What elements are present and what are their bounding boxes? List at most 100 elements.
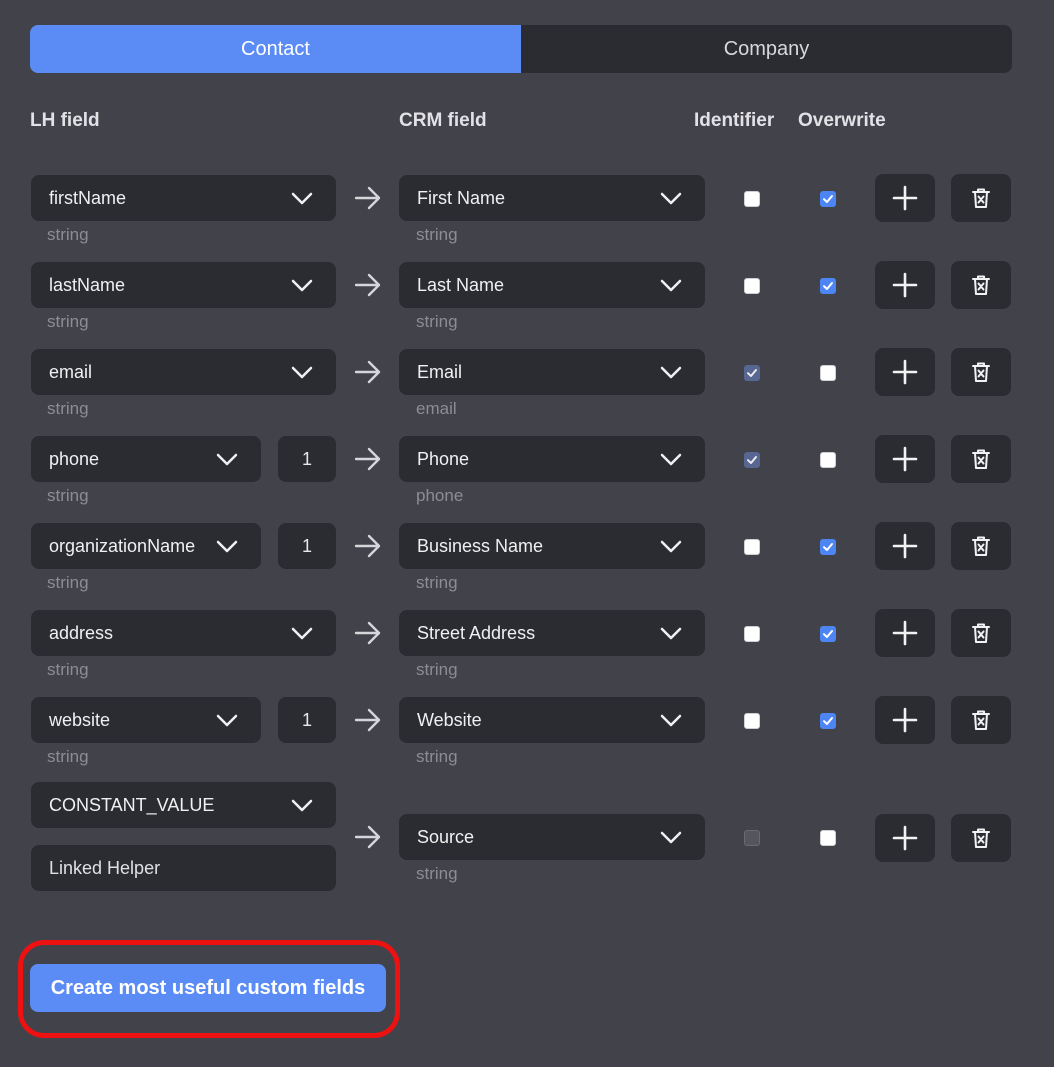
identifier-checkbox[interactable] [744, 539, 760, 555]
delete-row-button[interactable] [951, 261, 1011, 309]
lh-field-type: string [47, 486, 89, 505]
chevron-down-icon [291, 279, 313, 292]
lh-field-value: address [49, 622, 114, 643]
delete-row-button[interactable] [951, 435, 1011, 483]
field-index-input[interactable]: 1 [278, 436, 336, 482]
delete-row-button[interactable] [951, 348, 1011, 396]
lh-field-select[interactable]: website [31, 697, 261, 743]
trash-icon [972, 275, 990, 295]
overwrite-checkbox[interactable] [820, 539, 836, 555]
lh-field-type: string [47, 747, 89, 766]
arrow-right-icon [354, 534, 381, 558]
identifier-checkbox[interactable] [744, 278, 760, 294]
add-row-button[interactable] [875, 522, 935, 570]
crm-field-value: Source [417, 826, 475, 847]
lh-field-type: string [47, 225, 89, 244]
chevron-down-icon [291, 627, 313, 640]
lh-field-value: email [49, 361, 93, 382]
overwrite-checkbox[interactable] [820, 278, 836, 294]
add-row-button[interactable] [875, 435, 935, 483]
chevron-down-icon [660, 192, 682, 205]
lh-field-select[interactable]: organizationName [31, 523, 261, 569]
tab-contact[interactable]: Contact [30, 25, 521, 73]
crm-field-type: string [416, 312, 458, 331]
crm-field-value: Email [417, 361, 463, 382]
chevron-down-icon [660, 453, 682, 466]
chevron-down-icon [660, 831, 682, 844]
overwrite-checkbox[interactable] [820, 191, 836, 207]
lh-field-select[interactable]: address [31, 610, 336, 656]
add-row-button[interactable] [875, 261, 935, 309]
crm-field-value: Business Name [417, 535, 544, 556]
lh-field-value: firstName [49, 187, 127, 208]
crm-field-type: string [416, 225, 458, 244]
lh-field-select[interactable]: firstName [31, 175, 336, 221]
crm-field-type: string [416, 864, 458, 883]
field-index-input[interactable]: 1 [278, 697, 336, 743]
crm-field-select[interactable]: Source [399, 814, 705, 860]
plus-icon [892, 185, 918, 211]
lh-field-select[interactable]: phone [31, 436, 261, 482]
arrow-right-icon [354, 447, 381, 471]
delete-row-button[interactable] [951, 609, 1011, 657]
crm-field-header: CRM field [399, 110, 487, 131]
lh-field-select[interactable]: email [31, 349, 336, 395]
arrow-right-icon [354, 360, 381, 384]
constant-value-input[interactable]: Linked Helper [31, 845, 336, 891]
add-row-button[interactable] [875, 814, 935, 862]
delete-row-button[interactable] [951, 814, 1011, 862]
plus-icon [892, 533, 918, 559]
add-row-button[interactable] [875, 174, 935, 222]
overwrite-checkbox[interactable] [820, 713, 836, 729]
crm-field-select[interactable]: Last Name [399, 262, 705, 308]
crm-field-select[interactable]: Phone [399, 436, 705, 482]
identifier-checkbox[interactable] [744, 626, 760, 642]
crm-field-select[interactable]: Business Name [399, 523, 705, 569]
add-row-button[interactable] [875, 348, 935, 396]
identifier-header: Identifier [694, 110, 775, 131]
crm-field-select[interactable]: Street Address [399, 610, 705, 656]
chevron-down-icon [660, 366, 682, 379]
delete-row-button[interactable] [951, 696, 1011, 744]
chevron-down-icon [291, 192, 313, 205]
lh-field-select[interactable]: lastName [31, 262, 336, 308]
chevron-down-icon [660, 279, 682, 292]
lh-field-select[interactable]: CONSTANT_VALUE [31, 782, 336, 828]
trash-icon [972, 828, 990, 848]
overwrite-checkbox[interactable] [820, 365, 836, 381]
plus-icon [892, 272, 918, 298]
chevron-down-icon [660, 627, 682, 640]
overwrite-header: Overwrite [798, 110, 886, 131]
crm-field-value: First Name [417, 187, 506, 208]
overwrite-checkbox[interactable] [820, 626, 836, 642]
chevron-down-icon [216, 540, 238, 553]
add-row-button[interactable] [875, 609, 935, 657]
add-row-button[interactable] [875, 696, 935, 744]
lh-field-type: string [47, 312, 89, 331]
delete-row-button[interactable] [951, 174, 1011, 222]
overwrite-checkbox[interactable] [820, 830, 836, 846]
crm-field-type: string [416, 747, 458, 766]
trash-icon [972, 449, 990, 469]
crm-field-select[interactable]: Email [399, 349, 705, 395]
lh-field-value: website [49, 709, 111, 730]
chevron-down-icon [660, 714, 682, 727]
overwrite-checkbox[interactable] [820, 452, 836, 468]
trash-icon [972, 188, 990, 208]
arrow-right-icon [354, 708, 381, 732]
crm-field-select[interactable]: First Name [399, 175, 705, 221]
chevron-down-icon [291, 366, 313, 379]
tab-company[interactable]: Company [521, 25, 1012, 73]
crm-field-value: Phone [417, 448, 470, 469]
identifier-checkbox[interactable] [744, 713, 760, 729]
create-custom-fields-button[interactable]: Create most useful custom fields [30, 964, 386, 1012]
plus-icon [892, 359, 918, 385]
lh-field-type: string [47, 573, 89, 592]
identifier-checkbox[interactable] [744, 452, 760, 468]
field-index-input[interactable]: 1 [278, 523, 336, 569]
delete-row-button[interactable] [951, 522, 1011, 570]
identifier-checkbox[interactable] [744, 365, 760, 381]
lh-field-value: organizationName [49, 535, 196, 556]
identifier-checkbox[interactable] [744, 191, 760, 207]
crm-field-select[interactable]: Website [399, 697, 705, 743]
